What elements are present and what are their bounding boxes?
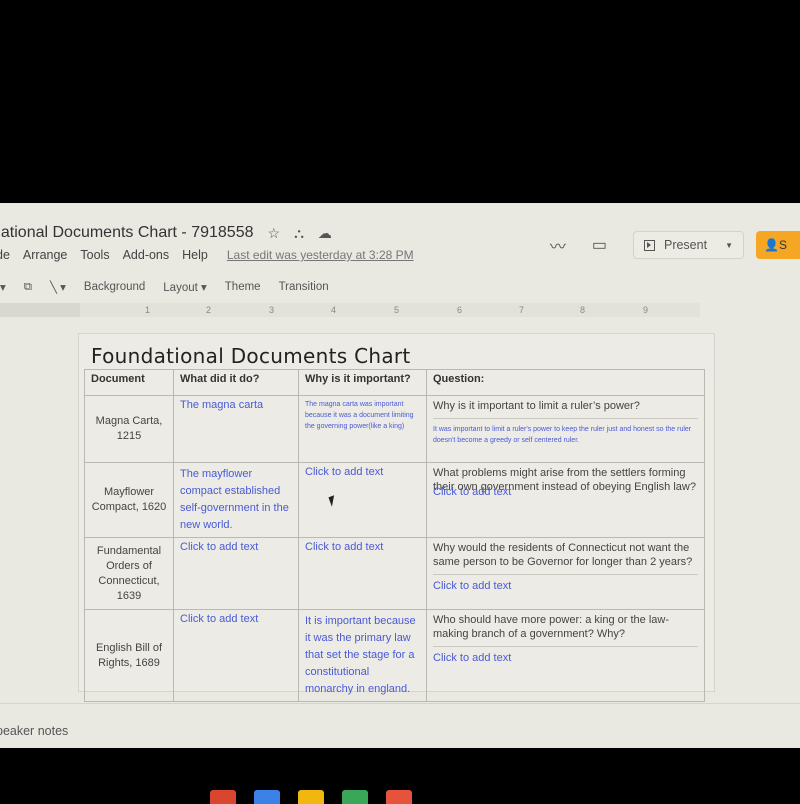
move-to-drive-icon[interactable]: ⛬ [294,225,304,242]
layout-button[interactable]: Layout ▾ [163,280,207,294]
question-cell[interactable]: What problems might arise from the settl… [426,462,705,538]
activity-trend-icon[interactable]: 〰 [550,233,566,257]
question-text[interactable]: Why is it important to limit a ruler’s p… [433,399,698,413]
background-button[interactable]: Background [84,281,145,293]
line-icon[interactable]: ╲ ▾ [50,280,66,294]
table-row: Fundamental Orders of Connecticut, 1639 … [84,537,705,610]
taskbar [210,790,430,804]
menu-add-ons[interactable]: Add-ons [123,248,170,262]
ruler-mark: 5 [394,305,400,315]
title-bar: dational Documents Chart - 7918558 ☆ ⛬ ☁ [0,221,332,245]
ruler-mark: 9 [643,305,649,315]
present-label: Present [663,238,708,252]
share-people-icon: 👤 [764,238,779,252]
menu-slide[interactable]: de [0,248,10,262]
last-edit-link[interactable]: Last edit was yesterday at 3:28 PM [227,248,414,262]
header-document: Document [84,369,174,396]
menu-help[interactable]: Help [182,248,208,262]
question-text[interactable]: Why would the residents of Connecticut n… [433,541,698,569]
textbox-dropdown-icon[interactable]: ▾ [0,280,6,294]
answer-placeholder[interactable]: Click to add text [433,646,698,664]
present-icon [643,239,655,251]
menu-bar: de Arrange Tools Add-ons Help Last edit … [0,245,414,265]
slide-title[interactable]: Foundational Documents Chart [91,344,411,368]
document-title[interactable]: dational Documents Chart - 7918558 [0,224,254,242]
gmail-icon[interactable] [386,790,412,804]
slides-app-window: dational Documents Chart - 7918558 ☆ ⛬ ☁… [0,203,800,748]
why-cell[interactable]: It is important because it was the prima… [298,609,427,702]
table-row: English Bill of Rights, 1689 Click to ad… [84,609,705,702]
what-cell[interactable]: Click to add text [173,537,299,610]
classroom-icon[interactable] [342,790,368,804]
menu-tools[interactable]: Tools [80,248,109,262]
header-question: Question: [426,369,705,396]
question-cell[interactable]: Why would the residents of Connecticut n… [426,537,705,610]
document-cell[interactable]: Magna Carta, 1215 [84,395,174,463]
docs-icon[interactable] [254,790,280,804]
drive-icon[interactable] [298,790,324,804]
share-label: S [778,238,787,252]
ruler-margin [0,303,80,317]
transition-button[interactable]: Transition [279,281,329,293]
comments-icon[interactable]: ▭ [592,235,607,255]
document-cell[interactable]: Mayflower Compact, 1620 [84,462,174,538]
cloud-status-icon[interactable]: ☁ [318,225,332,242]
question-cell[interactable]: Why is it important to limit a ruler’s p… [426,395,705,463]
ruler-mark: 4 [331,305,337,315]
header-why: Why is it important? [298,369,427,396]
star-icon[interactable]: ☆ [268,225,281,242]
ruler-mark: 6 [457,305,463,315]
header-what: What did it do? [173,369,299,396]
slide-canvas[interactable]: Foundational Documents Chart Document Wh… [78,333,715,702]
menu-arrange[interactable]: Arrange [23,248,67,262]
what-cell[interactable]: The mayflower compact established self-g… [173,462,299,538]
what-cell[interactable]: Click to add text [173,609,299,702]
notes-divider [0,703,800,704]
why-cell[interactable]: Click to add text [298,537,427,610]
horizontal-ruler[interactable]: 1 2 3 4 5 6 7 8 9 [80,303,700,317]
theme-button[interactable]: Theme [225,281,261,293]
table-header-row: Document What did it do? Why is it impor… [84,369,705,396]
present-dropdown-icon[interactable]: ▼ [725,241,733,250]
table-row: Mayflower Compact, 1620 The mayflower co… [84,462,705,538]
toolbar: ▾ ⧉ ╲ ▾ Background Layout ▾ Theme Transi… [0,276,347,298]
shape-icon[interactable]: ⧉ [24,281,32,294]
ruler-mark: 8 [580,305,586,315]
answer-text[interactable]: It was important to limit a ruler's powe… [433,418,698,446]
document-cell[interactable]: English Bill of Rights, 1689 [84,609,174,702]
question-cell[interactable]: Who should have more power: a king or th… [426,609,705,702]
ruler-mark: 2 [206,305,212,315]
why-cell[interactable]: The magna carta was important because it… [298,395,427,463]
ruler-mark: 1 [145,305,151,315]
document-cell[interactable]: Fundamental Orders of Connecticut, 1639 [84,537,174,610]
speaker-notes[interactable]: peaker notes [0,724,68,738]
chrome-icon[interactable] [210,790,236,804]
ruler-mark: 3 [269,305,275,315]
what-cell[interactable]: The magna carta [173,395,299,463]
ruler-mark: 7 [519,305,525,315]
documents-table[interactable]: Document What did it do? Why is it impor… [84,369,705,702]
header-actions: 〰 ▭ Present ▼ 👤 S [550,231,800,259]
table-row: Magna Carta, 1215 The magna carta The ma… [84,395,705,463]
why-cell[interactable]: Click to add text [298,462,427,538]
share-button[interactable]: 👤 S [756,231,800,259]
answer-placeholder[interactable]: Click to add text [433,574,698,592]
present-button[interactable]: Present ▼ [632,231,744,259]
question-text[interactable]: Who should have more power: a king or th… [433,613,698,641]
